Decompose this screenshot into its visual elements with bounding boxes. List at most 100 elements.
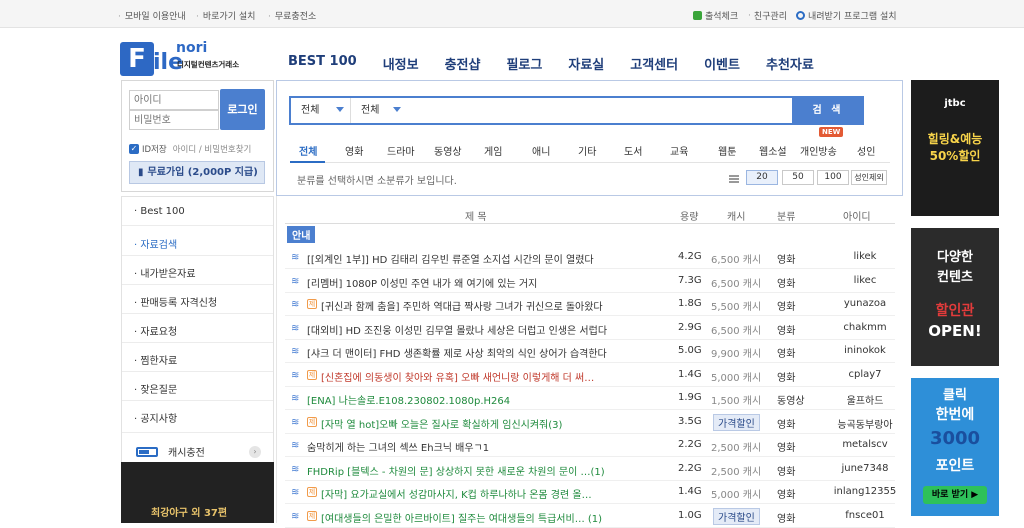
chevron-right-icon[interactable]: › [249, 446, 261, 458]
table-row[interactable]: ≋ [[외계인 1부]] HD 김태리 김우빈 류준열 소지섭 시간의 문이 열렸… [285, 246, 895, 269]
row-title[interactable]: [[외계인 1부]] HD 김태리 김우빈 류준열 소지섭 시간의 문이 열렸다 [307, 251, 670, 266]
wifi-icon: ≋ [291, 322, 300, 334]
list-view-icon[interactable] [729, 175, 739, 183]
row-size: 1.9G [678, 392, 702, 403]
nav-recommended[interactable]: 추천자료 [766, 54, 814, 73]
row-title[interactable]: [대외비] HD 조진웅 이성민 김무열 몰랐나 세상은 더럽고 인생은 서럽다 [307, 322, 670, 337]
right-banner-points[interactable]: 클릭 한번에 3000 포인트 바로 받기 ▶ [911, 378, 999, 516]
tab-etc[interactable]: 기타 [578, 143, 596, 158]
row-title[interactable]: 숨막히게 하는 그녀의 섹쓰 Eh크닉 배우ㄱ1 [307, 439, 670, 454]
tab-education[interactable]: 교육 [670, 143, 688, 158]
search-button[interactable]: 검 색 [792, 96, 864, 125]
row-user-id[interactable]: 울프하드 [825, 392, 905, 407]
left-menu-request[interactable]: · 자료요청 [134, 323, 177, 338]
left-menu-received[interactable]: · 내가받은자료 [134, 265, 196, 280]
row-title[interactable]: [귀신과 함께 춤을] 주민하 역대급 짝사랑 그녀가 귀신으로 돌아왔다 [321, 298, 670, 313]
nav-my-info[interactable]: 내정보 [383, 54, 419, 73]
tab-webtoon[interactable]: 웹툰 [718, 143, 736, 158]
table-row[interactable]: ≋ 제 [신혼집에 의동생이 찾아와 유혹] 오빠 새언니랑 이렇게해 더 써… 1.… [285, 364, 895, 387]
row-title[interactable]: [ENA] 나는솔로.E108.230802.1080p.H264 [307, 392, 670, 407]
nav-charge-shop[interactable]: 충전샵 [445, 54, 481, 73]
mobile-guide-link[interactable]: · 모바일 이용안내 [118, 9, 186, 22]
friends-link[interactable]: · 친구관리 [748, 9, 787, 23]
table-row[interactable]: ≋ 제 [자막] 요가교실에서 성감마사지, K컵 하루나하나 온몸 경련 올… 1.… [285, 481, 896, 504]
table-row[interactable]: ≋ [샤크 더 맨이터] FHD 생존확률 제로 사상 최악의 식인 상어가 습격… [285, 340, 895, 363]
notice-badge[interactable]: 안내 [287, 226, 316, 243]
row-user-id[interactable]: june7348 [825, 463, 905, 474]
free-join-button[interactable]: ▮ 무료가입 (2,000P 지급) [129, 161, 265, 184]
row-user-id[interactable]: metalscv [825, 439, 905, 450]
tab-drama[interactable]: 드라마 [387, 143, 415, 158]
adult-exclude-button[interactable]: 성인제외 [851, 170, 887, 185]
nav-best100[interactable]: BEST 100 [288, 54, 357, 73]
tab-game[interactable]: 게임 [484, 143, 502, 158]
row-title[interactable]: [여대생들의 은밀한 아르바이트] 질주는 여대생들의 특급서비… (1) [321, 510, 670, 525]
tab-video[interactable]: 동영상 [434, 143, 462, 158]
left-menu-seller-apply[interactable]: · 판매등록 자격신청 [134, 294, 217, 309]
nav-filelog[interactable]: 필로그 [506, 54, 542, 73]
search-field-select[interactable]: 전체 [351, 98, 407, 123]
nav-archive[interactable]: 자료실 [568, 54, 604, 73]
search-input[interactable] [409, 100, 789, 121]
row-title[interactable]: [리멤버] 1080P 이성민 주연 내가 왜 여기에 있는 거지 [307, 275, 670, 290]
row-user-id[interactable]: inlang12355 [825, 486, 905, 497]
left-menu-best100[interactable]: · Best 100 [134, 206, 185, 217]
row-title[interactable]: FHDRip [블텍스 - 차원의 문] 상상하지 못한 새로운 차원의 문이 … [307, 463, 670, 478]
left-promo-banner[interactable]: 최강야구 외 37편 [121, 462, 274, 523]
table-row[interactable]: ≋ [ENA] 나는솔로.E108.230802.1080p.H264 1.9G 1,… [285, 387, 895, 410]
tab-webnovel[interactable]: 웹소설 [759, 143, 787, 158]
tab-all[interactable]: 전체 [299, 143, 317, 158]
tab-movie[interactable]: 영화 [345, 143, 363, 158]
right-banner-contents[interactable]: 다양한 컨텐츠 할인관 OPEN! [911, 228, 999, 366]
search-scope-select[interactable]: 전체 [291, 98, 351, 123]
category-tabs: 전체 영화 드라마 동영상 게임 애니 기타 도서 교육 웹툰 웹소설 NEW … [290, 127, 890, 163]
table-row[interactable]: ≋ 숨막히게 하는 그녀의 섹쓰 Eh크닉 배우ㄱ1 2.2G 2,500 캐시 영화 m… [285, 434, 895, 457]
row-title[interactable]: [자막] 요가교실에서 성감마사지, K컵 하루나하나 온몸 경련 올… [321, 486, 670, 501]
cash-charge-link[interactable]: 캐시충전 [136, 444, 205, 459]
row-user-id[interactable]: ininokok [825, 345, 905, 356]
row-title[interactable]: [샤크 더 맨이터] FHD 생존확률 제로 사상 최악의 식인 상어가 습격한… [307, 345, 670, 360]
free-charge-link[interactable]: · 무료충전소 [268, 9, 316, 22]
login-button[interactable]: 로그인 [220, 89, 265, 130]
page-size-50[interactable]: 50 [782, 170, 814, 185]
left-menu-faq[interactable]: · 잦은질문 [134, 381, 177, 396]
table-row[interactable]: ≋ [리멤버] 1080P 이성민 주연 내가 왜 여기에 있는 거지 7.3G 6,… [285, 270, 895, 293]
save-id-checkbox[interactable]: ✓ [129, 144, 139, 154]
tab-adult[interactable]: 성인 [857, 143, 875, 158]
row-user-id[interactable]: cplay7 [825, 369, 905, 380]
site-logo[interactable]: F ile nori 디지털컨텐츠거래소 [120, 40, 260, 76]
page-size-20[interactable]: 20 [746, 170, 778, 185]
left-menu-search[interactable]: · 자료검색 [134, 236, 177, 251]
table-row[interactable]: ≋ 제 [여대생들의 은밀한 아르바이트] 질주는 여대생들의 특급서비… (1) 1… [285, 505, 895, 528]
row-user-id[interactable]: yunazoa [825, 298, 905, 309]
banner-jtbc-headline: 힐링&예능 [927, 132, 983, 146]
shortcut-install-link[interactable]: · 바로가기 설치 [196, 9, 255, 22]
table-row[interactable]: ≋ [대외비] HD 조진웅 이성민 김무열 몰랐나 세상은 더럽고 인생은 서럽… [285, 317, 895, 340]
left-menu-wishlist[interactable]: · 찜한자료 [134, 352, 177, 367]
nav-event[interactable]: 이벤트 [704, 54, 740, 73]
row-user-id[interactable]: fnsce01 [825, 510, 905, 521]
row-title[interactable]: [자막 열 hot]오빠 오늘은 질사로 확실하게 임신시켜줘(3) [321, 416, 670, 431]
download-program-link[interactable]: 내려받기 프로그램 설치 [796, 9, 897, 22]
table-row[interactable]: ≋ 제 [자막 열 hot]오빠 오늘은 질사로 확실하게 임신시켜줘(3) 3.5G… [285, 411, 895, 434]
page-size-100[interactable]: 100 [817, 170, 849, 185]
tab-books[interactable]: 도서 [624, 143, 642, 158]
find-account-link[interactable]: 아이디 / 비밀번호찾기 [173, 143, 252, 155]
left-menu-notice[interactable]: · 공지사항 [134, 410, 177, 425]
tab-personal-broadcast[interactable]: 개인방송 [800, 143, 837, 158]
row-user-id[interactable]: likec [825, 275, 905, 286]
nav-customer-center[interactable]: 고객센터 [630, 54, 678, 73]
tab-anime[interactable]: 애니 [532, 143, 550, 158]
row-kind: 영화 [777, 278, 796, 290]
row-user-id[interactable]: likek [825, 251, 905, 262]
attendance-link[interactable]: 출석체크 [693, 9, 738, 22]
row-title[interactable]: [신혼집에 의동생이 찾아와 유혹] 오빠 새언니랑 이렇게해 더 써… [321, 369, 670, 384]
row-user-id[interactable]: 능곡동부랑아 [825, 416, 905, 431]
right-banner-jtbc[interactable]: jtbc 힐링&예능 50%할인 [911, 80, 999, 216]
table-row[interactable]: ≋ 제 [귀신과 함께 춤을] 주민하 역대급 짝사랑 그녀가 귀신으로 돌아왔다 1… [285, 293, 895, 316]
table-row[interactable]: ≋ FHDRip [블텍스 - 차원의 문] 상상하지 못한 새로운 차원의 문이… [285, 458, 895, 481]
password-input[interactable] [129, 110, 219, 130]
row-user-id[interactable]: chakmm [825, 322, 905, 333]
id-input[interactable] [129, 90, 219, 110]
banner-points-button[interactable]: 바로 받기 ▶ [923, 486, 987, 504]
